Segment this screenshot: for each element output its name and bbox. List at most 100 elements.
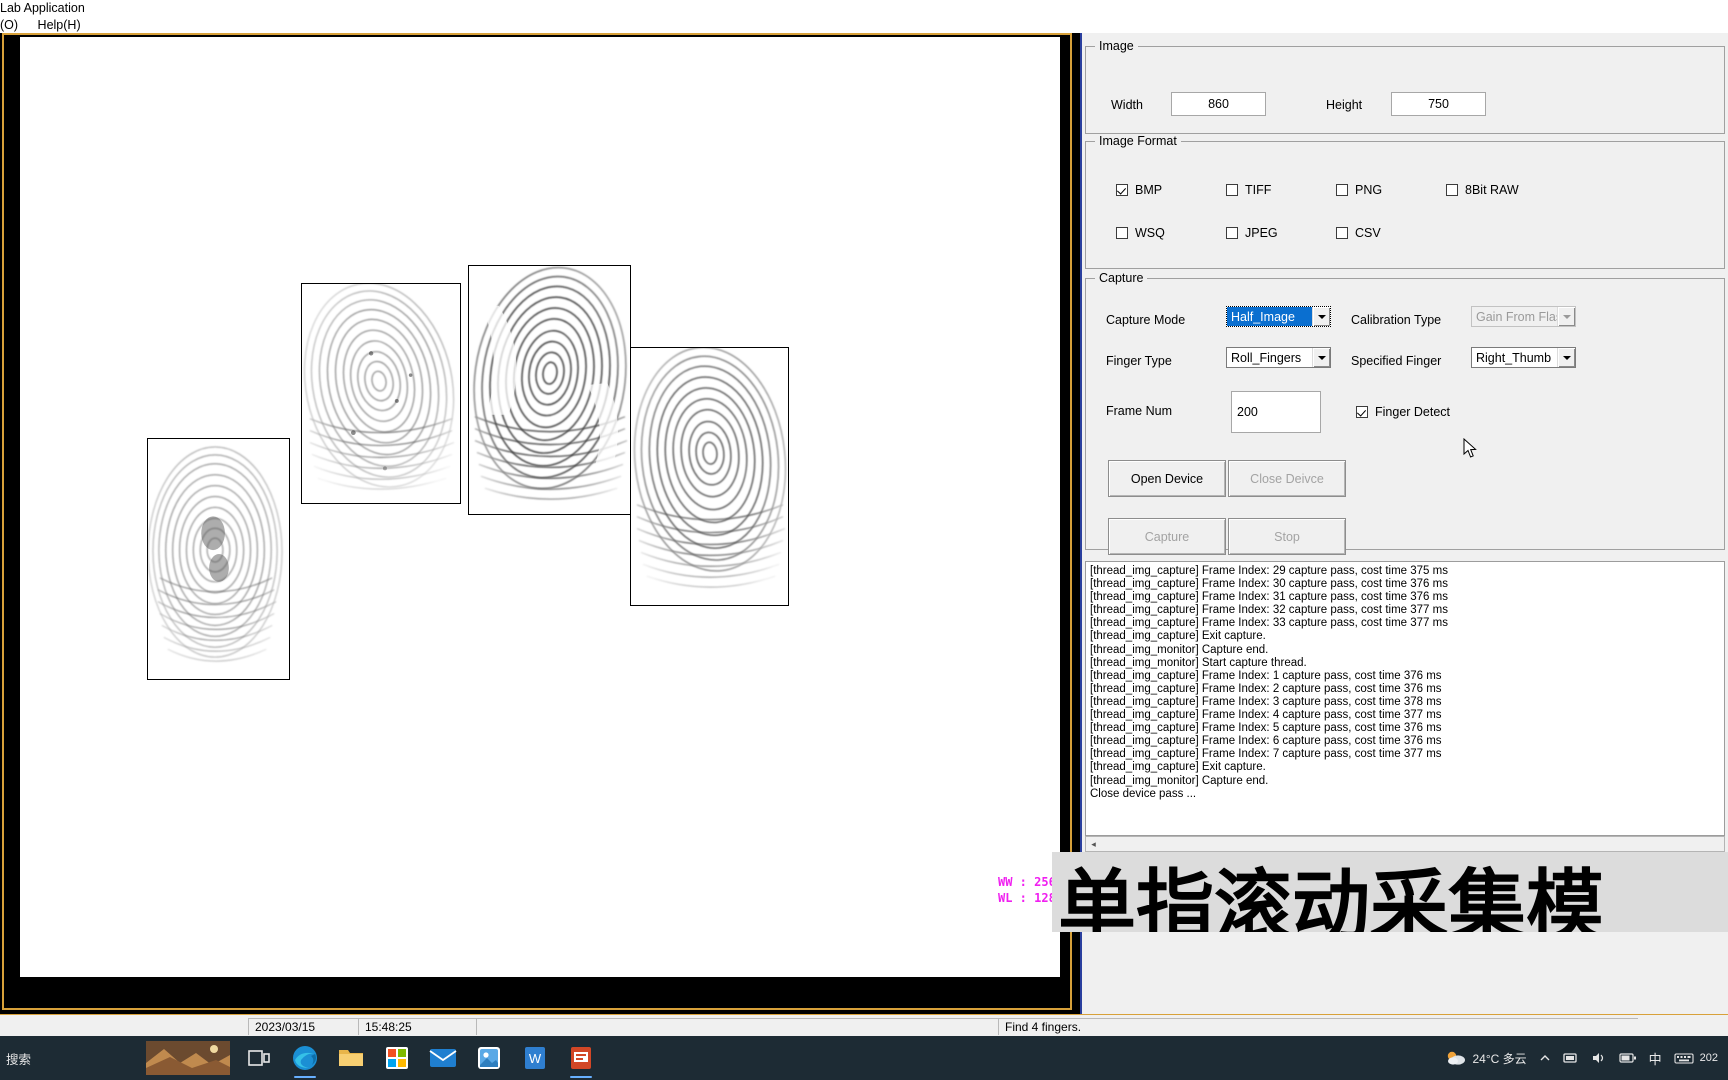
jpeg-checkbox-box: [1226, 227, 1238, 239]
fingerprint-box-2[interactable]: [301, 283, 461, 504]
mouse-cursor: [1463, 438, 1477, 458]
file-explorer-icon[interactable]: [328, 1036, 374, 1080]
capture-groupbox-title: Capture: [1095, 271, 1148, 285]
edge-glyph: [293, 1046, 317, 1070]
log-line: [thread_img_capture] Frame Index: 6 capt…: [1090, 735, 1442, 748]
wps-presentation-icon[interactable]: [558, 1036, 604, 1080]
image-format-groupbox-title: Image Format: [1095, 134, 1181, 148]
calibration-type-select[interactable]: Gain From Flash: [1471, 306, 1576, 327]
menu-item-options[interactable]: (O): [0, 17, 26, 33]
caption-overlay: 单指滚动采集模: [1052, 852, 1728, 932]
taskbar-search-box[interactable]: 搜索: [0, 1036, 140, 1080]
image-canvas-area[interactable]: [0, 33, 1080, 1014]
status-bar: 2023/03/15 15:48:25 Find 4 fingers.: [0, 1014, 1728, 1036]
bmp-label: BMP: [1135, 183, 1163, 197]
tray-speaker-icon[interactable]: [1585, 1051, 1613, 1065]
taskbar-clock[interactable]: 202: [1700, 1052, 1724, 1064]
capture-mode-chevron-down-icon[interactable]: [1312, 307, 1330, 326]
finger-detect-label: Finger Detect: [1375, 405, 1451, 419]
calibration-type-value: Gain From Flash: [1476, 309, 1557, 324]
checkbox-jpeg[interactable]: JPEG: [1226, 226, 1278, 240]
stop-button[interactable]: Stop: [1228, 518, 1346, 555]
capture-groupbox: Capture Capture Mode Half_Image Calibrat…: [1085, 271, 1725, 555]
open-device-button[interactable]: Open Device: [1108, 460, 1226, 497]
log-line: [thread_img_capture] Frame Index: 2 capt…: [1090, 682, 1442, 695]
tray-battery-icon[interactable]: [1613, 1052, 1643, 1064]
task-view-icon[interactable]: [236, 1036, 282, 1080]
log-line: [thread_img_capture] Frame Index: 3 capt…: [1090, 695, 1442, 708]
finger-type-select[interactable]: Roll_Fingers: [1226, 347, 1331, 368]
checkbox-finger-detect[interactable]: Finger Detect: [1356, 405, 1450, 419]
log-line-list: [thread_img_capture] Frame Index: 29 cap…: [1086, 562, 1724, 801]
status-blank: [476, 1018, 998, 1035]
scroll-left-arrow-icon[interactable]: ◂: [1086, 837, 1101, 851]
fingerprint-box-4[interactable]: [630, 347, 789, 606]
log-line: [thread_img_capture] Exit capture.: [1090, 761, 1266, 774]
log-horizontal-scrollbar[interactable]: ◂: [1085, 836, 1725, 852]
fingerprint-box-1[interactable]: [147, 438, 290, 680]
log-line: [thread_img_capture] Frame Index: 1 capt…: [1090, 669, 1442, 682]
png-checkbox-box: [1336, 184, 1348, 196]
wl-value: WL : 128: [998, 891, 1056, 905]
csv-label: CSV: [1355, 226, 1381, 240]
checkbox-png[interactable]: PNG: [1336, 183, 1382, 197]
tiff-label: TIFF: [1245, 183, 1272, 197]
checkbox-tiff[interactable]: TIFF: [1226, 183, 1271, 197]
caption-text: 单指滚动采集模: [1058, 862, 1605, 932]
finger-type-label: Finger Type: [1106, 354, 1172, 368]
close-device-button[interactable]: Close Deivce: [1228, 460, 1346, 497]
windows-taskbar: 搜索 W 24°C 多云 中 202: [0, 1036, 1728, 1080]
system-tray: 24°C 多云 中 202: [1439, 1036, 1728, 1080]
frame-num-input[interactable]: 200: [1231, 391, 1321, 433]
specified-finger-value: Right_Thumb: [1476, 350, 1552, 365]
png-label: PNG: [1355, 183, 1383, 197]
edge-browser-icon[interactable]: [282, 1036, 328, 1080]
csv-checkbox-box: [1336, 227, 1348, 239]
log-line: [thread_img_monitor] Start capture threa…: [1090, 656, 1307, 669]
specified-finger-select[interactable]: Right_Thumb: [1471, 347, 1576, 368]
tray-chevron-up-icon[interactable]: [1533, 1052, 1557, 1064]
store-glyph: [386, 1047, 408, 1069]
store-icon[interactable]: [374, 1036, 420, 1080]
wps-writer-icon[interactable]: W: [512, 1036, 558, 1080]
capture-button[interactable]: Capture: [1108, 518, 1226, 555]
fingerprint-image-4: [631, 348, 788, 605]
tray-network-icon[interactable]: [1557, 1051, 1585, 1065]
checkbox-8bit-raw[interactable]: 8Bit RAW: [1446, 183, 1519, 197]
weather-widget[interactable]: 24°C 多云: [1439, 1049, 1532, 1067]
capture-mode-select[interactable]: Half_Image: [1226, 306, 1331, 327]
calibration-type-chevron-down-icon[interactable]: [1557, 307, 1575, 326]
battery-glyph: [1619, 1053, 1636, 1063]
speaker-glyph: [1592, 1053, 1603, 1063]
fingerprint-image-2: [302, 284, 460, 503]
weather-text: 24°C 多云: [1472, 1051, 1527, 1066]
image-thumbnail-preview[interactable]: [140, 1036, 236, 1080]
photos-icon[interactable]: [466, 1036, 512, 1080]
fingerprint-image-1: [148, 439, 289, 679]
checkbox-csv[interactable]: CSV: [1336, 226, 1381, 240]
checkbox-wsq[interactable]: WSQ: [1116, 226, 1165, 240]
photos-glyph: [478, 1047, 500, 1069]
specified-finger-chevron-down-icon[interactable]: [1557, 348, 1575, 367]
log-line: [thread_img_capture] Frame Index: 4 capt…: [1090, 709, 1442, 722]
ime-cn-icon[interactable]: 中: [1643, 1049, 1668, 1068]
mail-icon[interactable]: [420, 1036, 466, 1080]
log-output[interactable]: [thread_img_capture] Frame Index: 29 cap…: [1085, 561, 1725, 836]
wsq-label: WSQ: [1135, 226, 1165, 240]
fingerprint-box-3[interactable]: [468, 265, 631, 515]
calibration-type-label: Calibration Type: [1351, 313, 1442, 327]
log-line: [thread_img_capture] Exit capture.: [1090, 630, 1266, 643]
width-label: Width: [1111, 98, 1143, 112]
ww-value: WW : 256: [998, 875, 1056, 889]
finger-type-value: Roll_Fingers: [1231, 350, 1302, 365]
log-line: [thread_img_capture] Frame Index: 29 cap…: [1090, 565, 1448, 577]
log-line: [thread_img_capture] Frame Index: 7 capt…: [1090, 748, 1442, 761]
tray-keyboard-icon[interactable]: [1668, 1052, 1700, 1065]
menu-bar: (O) Help(H): [0, 17, 1728, 33]
height-input[interactable]: 750: [1391, 92, 1486, 116]
width-input[interactable]: 860: [1171, 92, 1266, 116]
menu-item-help[interactable]: Help(H): [30, 17, 89, 33]
checkbox-bmp[interactable]: BMP: [1116, 183, 1162, 197]
finger-type-chevron-down-icon[interactable]: [1312, 348, 1330, 367]
log-line: Close device pass ...: [1090, 787, 1197, 800]
